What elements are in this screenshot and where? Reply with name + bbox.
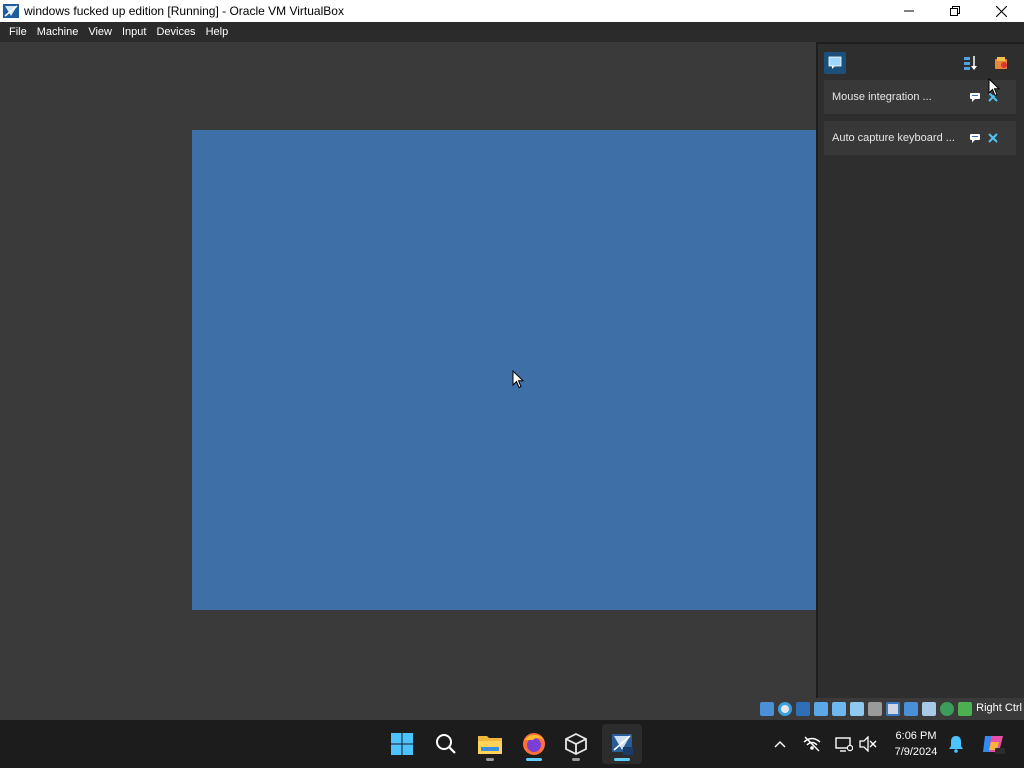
- floppy-icon[interactable]: [796, 702, 810, 716]
- close-icon: [995, 5, 1007, 17]
- running-indicator: [572, 758, 580, 761]
- network-icon[interactable]: [832, 702, 846, 716]
- minimize-button[interactable]: [886, 0, 932, 22]
- usb-icon[interactable]: [850, 702, 864, 716]
- menu-help[interactable]: Help: [201, 22, 234, 42]
- taskbar-virtualbox-vm[interactable]: [602, 724, 642, 764]
- window-title: windows fucked up edition [Running] - Or…: [24, 4, 344, 18]
- notifications-bell-icon: [949, 736, 963, 753]
- sort-button[interactable]: [962, 54, 980, 72]
- notification-center-toggle[interactable]: [824, 52, 846, 74]
- speech-bubble-icon: [970, 134, 980, 143]
- windows-taskbar: 6:06 PM 7/9/2024: [0, 720, 1024, 768]
- notification-info-button[interactable]: [968, 131, 982, 145]
- clock-time: 6:06 PM: [895, 730, 937, 742]
- notification-auto-capture-keyboard[interactable]: Auto capture keyboard ...: [824, 121, 1016, 155]
- menu-input[interactable]: Input: [117, 22, 151, 42]
- keep-finished-button[interactable]: [992, 54, 1010, 72]
- keep-finished-icon: [995, 57, 1007, 69]
- taskbar-file-explorer[interactable]: [470, 724, 510, 764]
- minimize-icon: [904, 10, 914, 12]
- optical-drive-icon[interactable]: [778, 702, 792, 716]
- audio-icon[interactable]: [814, 702, 828, 716]
- remote-display-icon: [835, 737, 853, 752]
- keyboard-icon[interactable]: [958, 702, 972, 716]
- notification-label: Auto capture keyboard ...: [832, 132, 955, 144]
- virtualbox-vm-icon: [612, 734, 633, 755]
- display-icon[interactable]: [886, 702, 900, 716]
- start-button[interactable]: [382, 724, 422, 764]
- guest-mouse-pointer-icon: [512, 370, 525, 389]
- start-icon: [391, 733, 413, 755]
- copilot-button[interactable]: [980, 731, 1006, 757]
- status-indicators: [756, 701, 972, 717]
- notifications-button[interactable]: [946, 734, 966, 754]
- clock-date: 7/9/2024: [894, 746, 938, 758]
- cpu-icon[interactable]: [922, 702, 936, 716]
- notification-toolbar: [824, 52, 1016, 74]
- recording-icon[interactable]: [904, 702, 918, 716]
- guest-screen[interactable]: [192, 130, 816, 610]
- close-icon: [988, 133, 998, 143]
- menu-view[interactable]: View: [83, 22, 117, 42]
- restore-button[interactable]: [932, 0, 978, 22]
- maximize-icon: [950, 6, 960, 16]
- menu-machine[interactable]: Machine: [32, 22, 84, 42]
- menu-bar: File Machine View Input Devices Help: [0, 22, 1024, 42]
- search-button[interactable]: [426, 724, 466, 764]
- running-indicator: [526, 758, 542, 761]
- speech-bubble-icon: [970, 93, 980, 102]
- notification-info-button[interactable]: [968, 90, 982, 104]
- volume-muted-icon: [859, 736, 877, 752]
- close-button[interactable]: [978, 0, 1024, 22]
- chevron-up-icon: [774, 740, 786, 748]
- notification-close-button[interactable]: [986, 131, 1000, 145]
- notification-center-panel: Mouse integration ... Auto capture keybo…: [816, 42, 1024, 698]
- show-hidden-icons-button[interactable]: [770, 734, 790, 754]
- remote-display-status[interactable]: [834, 734, 854, 754]
- host-mouse-pointer-icon: [988, 78, 1001, 97]
- firefox-icon: [523, 733, 545, 755]
- volume-status[interactable]: [858, 734, 878, 754]
- taskbar-virtualbox[interactable]: [556, 724, 596, 764]
- host-key-label[interactable]: Right Ctrl: [976, 702, 1022, 714]
- sort-icon: [964, 56, 977, 70]
- window-title-bar[interactable]: windows fucked up edition [Running] - Or…: [0, 0, 1024, 22]
- shared-folders-icon[interactable]: [868, 702, 882, 716]
- taskbar-clock[interactable]: 6:06 PM 7/9/2024: [884, 728, 948, 760]
- hard-disk-icon[interactable]: [760, 702, 774, 716]
- vm-status-bar: Right Ctrl: [0, 698, 1024, 720]
- copilot-icon: [983, 736, 1005, 754]
- network-disconnected-icon: [803, 736, 821, 752]
- taskbar-firefox[interactable]: [514, 724, 554, 764]
- virtualbox-app-icon: [2, 2, 20, 20]
- file-explorer-icon: [478, 736, 502, 754]
- search-icon: [436, 734, 456, 754]
- menu-devices[interactable]: Devices: [151, 22, 200, 42]
- menu-file[interactable]: File: [4, 22, 32, 42]
- virtualbox-icon: [565, 732, 587, 756]
- notification-center-icon: [828, 56, 842, 69]
- active-indicator: [614, 758, 630, 761]
- network-status[interactable]: [802, 734, 822, 754]
- mouse-integration-icon[interactable]: [940, 702, 954, 716]
- running-indicator: [486, 758, 494, 761]
- notification-label: Mouse integration ...: [832, 91, 932, 103]
